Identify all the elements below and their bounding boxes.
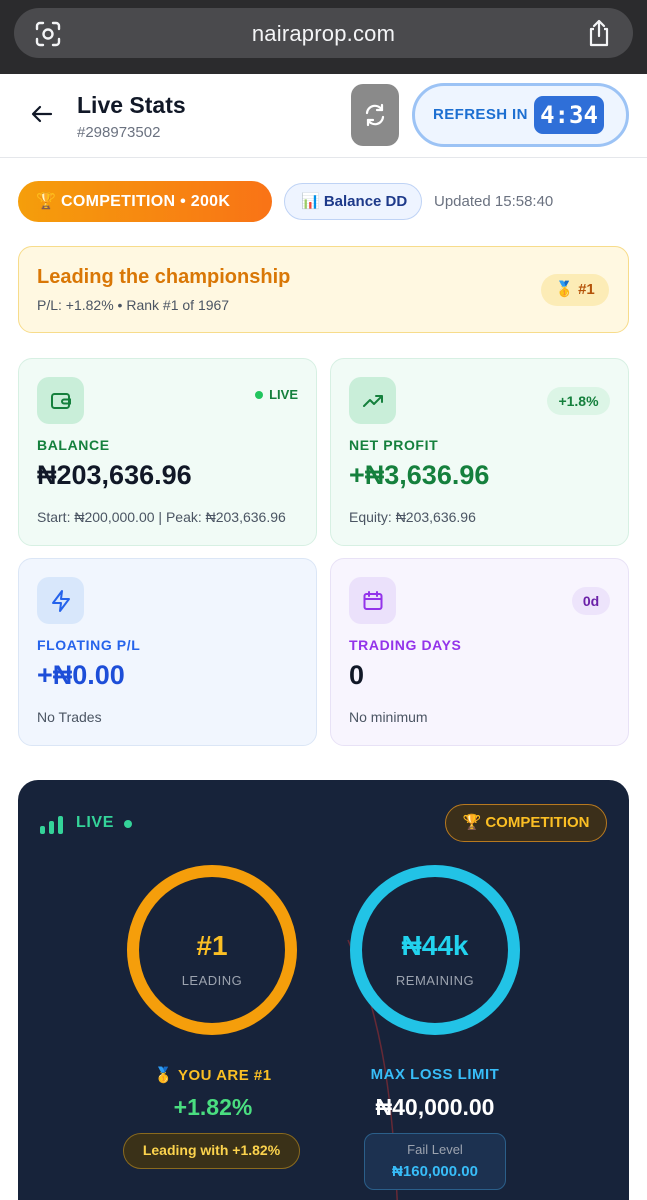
auto-refresh-countdown[interactable]: REFRESH IN 4:34 xyxy=(412,83,629,147)
refresh-label: REFRESH IN xyxy=(433,106,528,123)
trading-days-sub: No minimum xyxy=(349,709,428,725)
max-loss-label: MAX LOSS LIMIT xyxy=(370,1066,500,1083)
net-profit-card: +1.8% NET PROFIT +₦3,636.96 Equity: ₦203… xyxy=(330,358,629,546)
trending-up-icon xyxy=(349,377,396,424)
calendar-icon xyxy=(349,577,396,624)
page-title: Live Stats xyxy=(77,92,186,118)
live-competition-panel: LIVE 🏆 COMPETITION #1 LEADING ₦44k REMAI… xyxy=(18,780,629,1200)
rank-ring-label: LEADING xyxy=(181,973,243,988)
lightning-icon xyxy=(37,577,84,624)
leading-banner: Leading the championship P/L: +1.82% • R… xyxy=(18,246,629,333)
floating-pl-value: +₦0.00 xyxy=(37,660,125,690)
balance-dd-badge[interactable]: 📊 Balance DD xyxy=(284,183,422,220)
balance-sub: Start: ₦200,000.00 | Peak: ₦203,636.96 xyxy=(37,509,286,525)
leading-detail: P/L: +1.82% • Rank #1 of 1967 xyxy=(37,297,230,313)
balance-card: LIVE BALANCE ₦203,636.96 Start: ₦200,000… xyxy=(18,358,317,546)
fail-level-box: Fail Level ₦160,000.00 xyxy=(364,1133,506,1190)
net-profit-label: NET PROFIT xyxy=(349,437,439,453)
trading-days-card: 0d TRADING DAYS 0 No minimum xyxy=(330,558,629,746)
floating-pl-card: FLOATING P/L +₦0.00 No Trades xyxy=(18,558,317,746)
fail-level-value: ₦160,000.00 xyxy=(392,1163,478,1180)
you-are-rank: 🥇 YOU ARE #1 xyxy=(154,1067,272,1084)
updated-timestamp: Updated 15:58:40 xyxy=(434,193,554,210)
refresh-icon xyxy=(365,103,385,127)
loss-ring-value: ₦44k xyxy=(401,930,469,961)
trading-days-label: TRADING DAYS xyxy=(349,637,462,653)
leading-heading: Leading the championship xyxy=(37,266,291,288)
refresh-timer: 4:34 xyxy=(534,96,604,134)
fail-level-label: Fail Level xyxy=(407,1142,463,1157)
net-profit-value: +₦3,636.96 xyxy=(349,460,490,490)
equity-sub: Equity: ₦203,636.96 xyxy=(349,509,476,525)
leading-with-pill: Leading with +1.82% xyxy=(123,1133,300,1169)
loss-ring-label: REMAINING xyxy=(395,973,475,988)
balance-label: BALANCE xyxy=(37,437,110,453)
live-tag: LIVE xyxy=(255,387,298,402)
back-arrow-icon[interactable] xyxy=(28,100,56,128)
pnl-percent: +1.82% xyxy=(173,1094,253,1120)
background-chart-line xyxy=(347,939,398,1200)
page-header: Live Stats #298973502 REFRESH IN 4:34 xyxy=(0,74,647,158)
balance-value: ₦203,636.96 xyxy=(37,460,192,490)
live-tag-text: LIVE xyxy=(269,387,298,402)
wallet-icon xyxy=(37,377,84,424)
rank-ring-value: #1 xyxy=(196,930,228,961)
browser-toolbar: nairaprop.com xyxy=(0,0,647,74)
account-id: #298973502 xyxy=(77,124,161,141)
address-bar[interactable]: nairaprop.com xyxy=(14,8,633,58)
floating-pl-sub: No Trades xyxy=(37,709,102,725)
profit-percent-badge: +1.8% xyxy=(547,387,610,415)
max-loss-value: ₦40,000.00 xyxy=(375,1094,495,1120)
competition-badge: 🏆 COMPETITION • 200K xyxy=(18,181,272,222)
url-text[interactable]: nairaprop.com xyxy=(14,21,633,47)
share-icon[interactable] xyxy=(585,18,613,48)
refresh-button[interactable] xyxy=(351,84,399,146)
floating-pl-label: FLOATING P/L xyxy=(37,637,141,653)
days-badge: 0d xyxy=(572,587,610,615)
trading-days-value: 0 xyxy=(349,660,365,690)
rank-badge: 🥇 #1 xyxy=(541,274,609,306)
